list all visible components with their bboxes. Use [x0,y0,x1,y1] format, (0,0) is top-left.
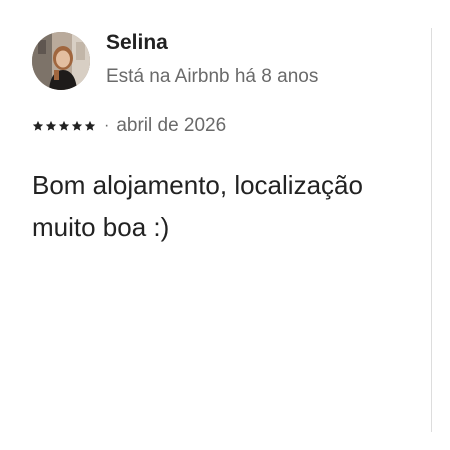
star-icon [84,120,96,131]
review-text: Bom alojamento, localização muito boa :) [32,170,363,242]
vertical-divider [431,28,432,432]
star-rating [32,120,96,132]
reviewer-avatar[interactable] [32,32,90,90]
rating-row: · abril de 2026 [32,114,226,138]
reviewer-name: Selina [106,31,168,54]
review-date: abril de 2026 [116,115,227,136]
star-icon [32,120,44,131]
review-card: Selina Está na Airbnb há 8 anos · abril … [0,0,430,450]
separator-dot: · [104,117,110,134]
avatar-photo-icon [32,32,90,90]
star-icon [58,120,70,131]
star-icon [71,120,83,131]
member-since-text: Está na Airbnb há 8 anos [106,66,319,87]
star-icon [45,120,57,131]
